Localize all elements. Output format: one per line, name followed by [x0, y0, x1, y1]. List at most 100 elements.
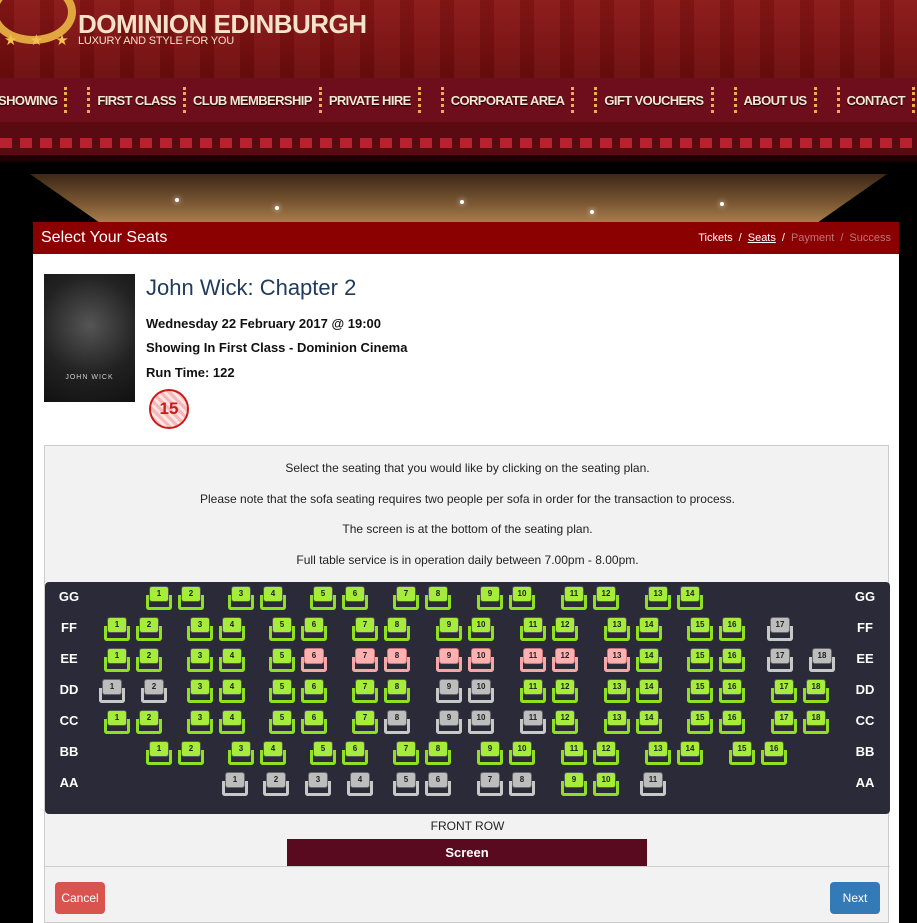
seat-bb-14-available[interactable]: 14 — [677, 741, 703, 765]
seat-cc-17-available[interactable]: 17 — [771, 710, 797, 734]
seat-ee-2-available[interactable]: 2 — [136, 648, 162, 672]
seat-ee-4-available[interactable]: 4 — [219, 648, 245, 672]
seat-gg-10-available[interactable]: 10 — [509, 586, 535, 610]
seat-ff-1-available[interactable]: 1 — [104, 617, 130, 641]
seat-dd-18-available[interactable]: 18 — [803, 679, 829, 703]
breadcrumb-seats[interactable]: Seats — [748, 232, 776, 244]
nav-contact[interactable]: CONTACT — [847, 78, 906, 122]
seat-bb-16-available[interactable]: 16 — [761, 741, 787, 765]
nav-divider — [87, 87, 91, 113]
seat-cc-13-available[interactable]: 13 — [604, 710, 630, 734]
nav-gift-vouchers[interactable]: GIFT VOUCHERS — [604, 78, 704, 122]
seat-cc-12-available[interactable]: 12 — [552, 710, 578, 734]
seat-cc-16-available[interactable]: 16 — [719, 710, 745, 734]
seat-cc-1-available[interactable]: 1 — [104, 710, 130, 734]
seat-ee-1-available[interactable]: 1 — [104, 648, 130, 672]
seat-bb-4-available[interactable]: 4 — [260, 741, 286, 765]
seat-gg-8-available[interactable]: 8 — [425, 586, 451, 610]
seat-cc-7-available[interactable]: 7 — [352, 710, 378, 734]
next-button[interactable]: Next — [830, 882, 880, 914]
seat-cc-6-available[interactable]: 6 — [301, 710, 327, 734]
seat-gg-6-available[interactable]: 6 — [342, 586, 368, 610]
seat-ff-16-available[interactable]: 16 — [719, 617, 745, 641]
seat-ff-3-available[interactable]: 3 — [187, 617, 213, 641]
seat-cc-4-available[interactable]: 4 — [219, 710, 245, 734]
seat-ff-9-available[interactable]: 9 — [436, 617, 462, 641]
seat-bb-9-available[interactable]: 9 — [477, 741, 503, 765]
nav-private-hire[interactable]: PRIVATE HIRE — [329, 78, 411, 122]
seat-dd-16-available[interactable]: 16 — [719, 679, 745, 703]
seat-ff-4-available[interactable]: 4 — [219, 617, 245, 641]
seat-bb-5-available[interactable]: 5 — [310, 741, 336, 765]
seat-gg-2-available[interactable]: 2 — [178, 586, 204, 610]
seat-gg-7-available[interactable]: 7 — [393, 586, 419, 610]
seat-bb-2-available[interactable]: 2 — [178, 741, 204, 765]
seat-gg-5-available[interactable]: 5 — [310, 586, 336, 610]
seat-ff-13-available[interactable]: 13 — [604, 617, 630, 641]
seat-gg-13-available[interactable]: 13 — [645, 586, 671, 610]
seat-ee-15-available[interactable]: 15 — [687, 648, 713, 672]
nav-club-membership[interactable]: CLUB MEMBERSHIP — [193, 78, 312, 122]
seat-bb-7-available[interactable]: 7 — [393, 741, 419, 765]
seat-dd-15-available[interactable]: 15 — [687, 679, 713, 703]
seat-gg-11-available[interactable]: 11 — [561, 586, 587, 610]
seat-bb-1-available[interactable]: 1 — [146, 741, 172, 765]
seat-cc-2-available[interactable]: 2 — [136, 710, 162, 734]
nav-corporate-area[interactable]: CORPORATE AREA — [451, 78, 565, 122]
seat-dd-12-available[interactable]: 12 — [552, 679, 578, 703]
seat-ff-14-available[interactable]: 14 — [636, 617, 662, 641]
seat-ff-12-available[interactable]: 12 — [552, 617, 578, 641]
seat-dd-17-available[interactable]: 17 — [771, 679, 797, 703]
seat-bb-11-available[interactable]: 11 — [561, 741, 587, 765]
seat-cc-18-available[interactable]: 18 — [803, 710, 829, 734]
seat-dd-13-available[interactable]: 13 — [604, 679, 630, 703]
seat-aa-9-available[interactable]: 9 — [561, 772, 587, 796]
seat-aa-10-available[interactable]: 10 — [593, 772, 619, 796]
seat-cc-15-available[interactable]: 15 — [687, 710, 713, 734]
seat-ff-2-available[interactable]: 2 — [136, 617, 162, 641]
seat-ff-11-available[interactable]: 11 — [520, 617, 546, 641]
breadcrumb-tickets[interactable]: Tickets — [698, 232, 732, 244]
seat-dd-8-available[interactable]: 8 — [384, 679, 410, 703]
nav-first-class[interactable]: FIRST CLASS — [97, 78, 176, 122]
seat-bb-15-available[interactable]: 15 — [729, 741, 755, 765]
seat-ff-8-available[interactable]: 8 — [384, 617, 410, 641]
seat-dd-4-available[interactable]: 4 — [219, 679, 245, 703]
seat-dd-14-available[interactable]: 14 — [636, 679, 662, 703]
seat-ff-10-available[interactable]: 10 — [468, 617, 494, 641]
cinema-ceiling-image — [0, 162, 917, 222]
nav-showing[interactable]: SHOWING — [0, 78, 58, 122]
seat-gg-1-available[interactable]: 1 — [146, 586, 172, 610]
seat-ff-15-available[interactable]: 15 — [687, 617, 713, 641]
seat-ff-7-available[interactable]: 7 — [352, 617, 378, 641]
nav-about-us[interactable]: ABOUT US — [744, 78, 808, 122]
seat-ee-5-available[interactable]: 5 — [269, 648, 295, 672]
seat-cc-14-available[interactable]: 14 — [636, 710, 662, 734]
seat-ff-5-available[interactable]: 5 — [269, 617, 295, 641]
cancel-button[interactable]: Cancel — [55, 882, 105, 914]
seat-gg-9-available[interactable]: 9 — [477, 586, 503, 610]
seat-ee-16-available[interactable]: 16 — [719, 648, 745, 672]
seat-dd-7-available[interactable]: 7 — [352, 679, 378, 703]
seat-gg-12-available[interactable]: 12 — [593, 586, 619, 610]
seat-bb-8-available[interactable]: 8 — [425, 741, 451, 765]
seat-bb-13-available[interactable]: 13 — [645, 741, 671, 765]
seat-gg-3-available[interactable]: 3 — [228, 586, 254, 610]
seat-ee-3-available[interactable]: 3 — [187, 648, 213, 672]
seat-bb-10-available[interactable]: 10 — [509, 741, 535, 765]
seat-gg-4-available[interactable]: 4 — [260, 586, 286, 610]
seat-cc-3-available[interactable]: 3 — [187, 710, 213, 734]
seat-bb-3-available[interactable]: 3 — [228, 741, 254, 765]
seat-dd-3-available[interactable]: 3 — [187, 679, 213, 703]
seat-ff-6-available[interactable]: 6 — [301, 617, 327, 641]
seat-dd-5-available[interactable]: 5 — [269, 679, 295, 703]
seat-bb-6-available[interactable]: 6 — [342, 741, 368, 765]
seat-cc-5-available[interactable]: 5 — [269, 710, 295, 734]
seat-number: 1 — [149, 741, 169, 757]
seat-ee-14-available[interactable]: 14 — [636, 648, 662, 672]
seat-gg-14-available[interactable]: 14 — [677, 586, 703, 610]
seat-dd-11-available[interactable]: 11 — [520, 679, 546, 703]
seat-dd-6-available[interactable]: 6 — [301, 679, 327, 703]
seat-number: 15 — [690, 617, 710, 633]
seat-bb-12-available[interactable]: 12 — [593, 741, 619, 765]
